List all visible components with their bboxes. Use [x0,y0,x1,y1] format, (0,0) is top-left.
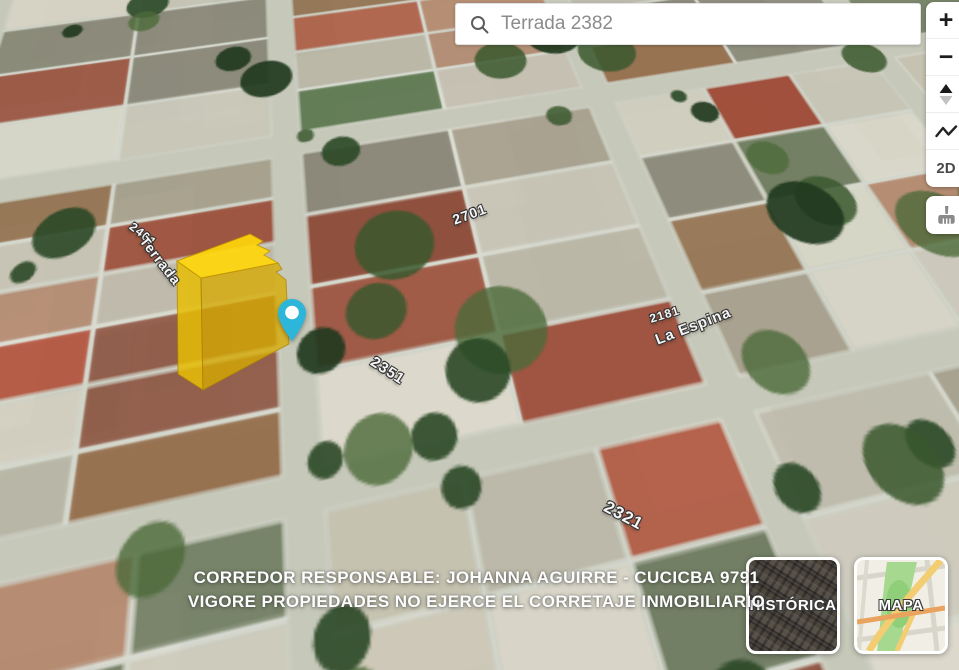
zoom-out-button[interactable]: − [926,39,959,76]
layer-historica-label: HISTÓRICA [749,560,837,651]
compass-icon [939,84,953,105]
clear-map-button[interactable] [926,196,959,234]
compass-button[interactable] [926,76,959,113]
toggle-2d-button[interactable]: 2D [926,150,959,187]
zigzag-line-icon [935,124,958,139]
zoom-in-button[interactable]: + [926,2,959,39]
map-controls-panel: + − 2D [926,2,959,187]
map-viewport: 2401 Terrada 2701 2351 2181 La Espina 23… [0,0,959,670]
search-bar [455,3,921,45]
search-input[interactable] [489,13,920,35]
2d-label: 2D [936,160,955,177]
layer-option-mapa[interactable]: MAPA [854,557,948,654]
layer-mapa-label: MAPA [857,560,945,651]
terrain-profile-button[interactable] [926,113,959,150]
layer-option-historica[interactable]: HISTÓRICA [746,557,840,654]
location-pin[interactable] [277,298,307,344]
broom-icon [936,205,957,226]
plus-icon: + [939,8,954,33]
minus-icon: − [939,45,954,70]
search-icon [470,15,489,34]
